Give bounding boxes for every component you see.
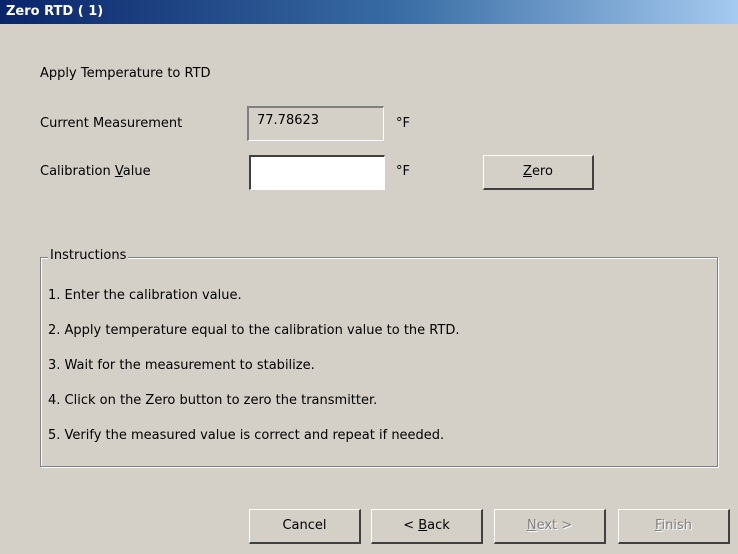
current-measurement-label: Current Measurement: [40, 116, 183, 131]
cancel-button[interactable]: Cancel: [249, 509, 361, 544]
current-measurement-field: 77.78623: [247, 106, 384, 141]
window-title: Zero RTD ( 1): [6, 4, 104, 19]
instruction-item: 2. Apply temperature equal to the calibr…: [48, 323, 460, 338]
title-bar: Zero RTD ( 1): [0, 0, 738, 24]
instruction-item: 1. Enter the calibration value.: [48, 288, 242, 303]
finish-button[interactable]: Finish: [618, 509, 730, 544]
zero-rtd-dialog: Zero RTD ( 1) Apply Temperature to RTD C…: [0, 0, 738, 554]
instruction-item: 3. Wait for the measurement to stabilize…: [48, 358, 315, 373]
back-button[interactable]: < Back: [371, 509, 483, 544]
instructions-title: Instructions: [48, 248, 129, 263]
instruction-item: 4. Click on the Zero button to zero the …: [48, 393, 378, 408]
zero-button[interactable]: Zero: [483, 155, 594, 190]
current-measurement-unit: °F: [396, 116, 410, 131]
next-button[interactable]: Next >: [494, 509, 606, 544]
calibration-value-input[interactable]: [249, 155, 385, 190]
calibration-value-label: Calibration Value: [40, 164, 151, 179]
calibration-value-unit: °F: [396, 164, 410, 179]
apply-temperature-heading: Apply Temperature to RTD: [40, 66, 211, 81]
instruction-item: 5. Verify the measured value is correct …: [48, 428, 445, 443]
